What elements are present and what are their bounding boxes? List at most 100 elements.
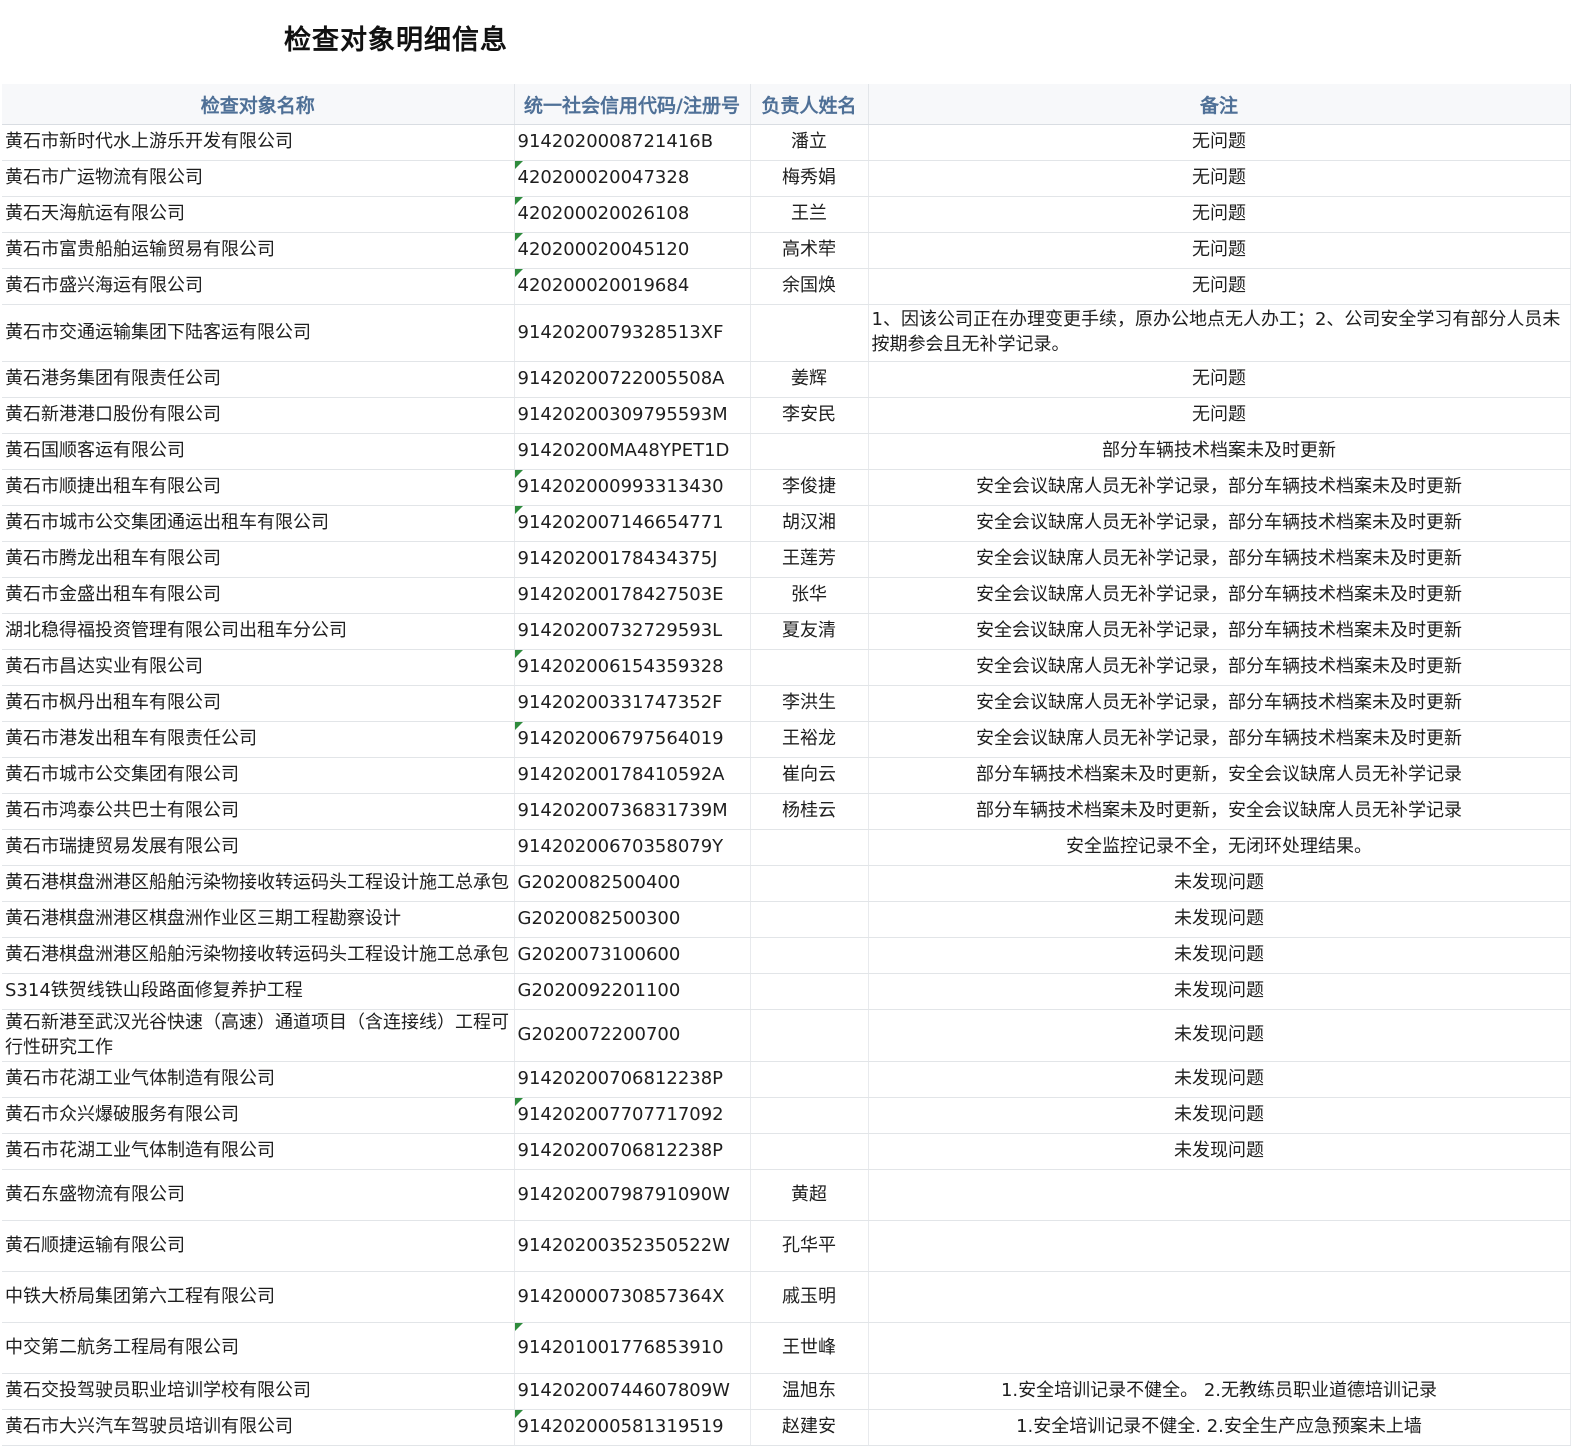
cell-person-name[interactable]: 张华 bbox=[750, 577, 869, 614]
cell-person-name[interactable]: 杨桂云 bbox=[750, 793, 869, 830]
cell-object-name[interactable]: 黄石天海航运有限公司 bbox=[2, 196, 515, 233]
cell-object-name[interactable]: 黄石市盛兴海运有限公司 bbox=[2, 268, 515, 305]
cell-remark[interactable]: 未发现问题 bbox=[868, 1009, 1571, 1062]
cell-object-name[interactable]: 黄石市腾龙出租车有限公司 bbox=[2, 541, 515, 578]
cell-person-name[interactable]: 李俊捷 bbox=[750, 469, 869, 506]
cell-remark[interactable]: 安全会议缺席人员无补学记录，部分车辆技术档案未及时更新 bbox=[868, 541, 1571, 578]
cell-object-name[interactable]: 黄石东盛物流有限公司 bbox=[2, 1169, 515, 1221]
cell-person-name[interactable]: 王世峰 bbox=[750, 1322, 869, 1374]
cell-person-name[interactable] bbox=[750, 865, 869, 902]
cell-object-name[interactable]: 黄石市花湖工业气体制造有限公司 bbox=[2, 1133, 515, 1170]
cell-credit-code[interactable]: 91420200732729593L bbox=[514, 613, 751, 650]
cell-person-name[interactable]: 李洪生 bbox=[750, 685, 869, 722]
cell-credit-code[interactable]: 914201001776853910 bbox=[514, 1322, 751, 1374]
cell-credit-code[interactable]: G2020092201100 bbox=[514, 973, 751, 1010]
cell-credit-code[interactable]: 91420200MA48YPET1D bbox=[514, 433, 751, 470]
cell-credit-code[interactable]: 914202000993313430 bbox=[514, 469, 751, 506]
cell-remark[interactable]: 无问题 bbox=[868, 160, 1571, 197]
cell-object-name[interactable]: 黄石市鸿泰公共巴士有限公司 bbox=[2, 793, 515, 830]
cell-remark[interactable]: 安全会议缺席人员无补学记录，部分车辆技术档案未及时更新 bbox=[868, 469, 1571, 506]
cell-remark[interactable]: 无问题 bbox=[868, 397, 1571, 434]
cell-person-name[interactable] bbox=[750, 901, 869, 938]
cell-remark[interactable]: 部分车辆技术档案未及时更新，安全会议缺席人员无补学记录 bbox=[868, 757, 1571, 794]
cell-person-name[interactable]: 戚玉明 bbox=[750, 1271, 869, 1323]
cell-person-name[interactable] bbox=[750, 1009, 869, 1062]
cell-remark[interactable]: 安全会议缺席人员无补学记录，部分车辆技术档案未及时更新 bbox=[868, 505, 1571, 542]
cell-credit-code[interactable]: G2020082500400 bbox=[514, 865, 751, 902]
cell-credit-code[interactable]: 91420200331747352F bbox=[514, 685, 751, 722]
cell-person-name[interactable]: 温旭东 bbox=[750, 1373, 869, 1410]
cell-remark[interactable]: 未发现问题 bbox=[868, 1133, 1571, 1170]
cell-object-name[interactable]: 黄石市昌达实业有限公司 bbox=[2, 649, 515, 686]
cell-person-name[interactable] bbox=[750, 649, 869, 686]
cell-remark[interactable]: 无问题 bbox=[868, 196, 1571, 233]
cell-credit-code[interactable]: 91420200309795593M bbox=[514, 397, 751, 434]
cell-credit-code[interactable]: 420200020045120 bbox=[514, 232, 751, 269]
cell-object-name[interactable]: 黄石市城市公交集团有限公司 bbox=[2, 757, 515, 794]
cell-credit-code[interactable]: 91420200178427503E bbox=[514, 577, 751, 614]
cell-object-name[interactable]: 黄石港棋盘洲港区船舶污染物接收转运码头工程设计施工总承包 bbox=[2, 937, 515, 974]
cell-remark[interactable] bbox=[868, 1322, 1571, 1374]
cell-object-name[interactable]: 黄石市港发出租车有限责任公司 bbox=[2, 721, 515, 758]
cell-remark[interactable]: 无问题 bbox=[868, 124, 1571, 161]
cell-remark[interactable]: 部分车辆技术档案未及时更新 bbox=[868, 433, 1571, 470]
cell-remark[interactable]: 1、因该公司正在办理变更手续，原办公地点无人办工；2、公司安全学习有部分人员未按… bbox=[868, 304, 1571, 362]
cell-person-name[interactable]: 李安民 bbox=[750, 397, 869, 434]
column-header-code[interactable]: 统一社会信用代码/注册号 bbox=[514, 84, 751, 125]
cell-remark[interactable]: 部分车辆技术档案未及时更新，安全会议缺席人员无补学记录 bbox=[868, 793, 1571, 830]
cell-object-name[interactable]: 黄石市众兴爆破服务有限公司 bbox=[2, 1097, 515, 1134]
cell-object-name[interactable]: 黄石市富贵船舶运输贸易有限公司 bbox=[2, 232, 515, 269]
cell-credit-code[interactable]: 9142020008721416B bbox=[514, 124, 751, 161]
cell-object-name[interactable]: 黄石市瑞捷贸易发展有限公司 bbox=[2, 829, 515, 866]
column-header-note[interactable]: 备注 bbox=[868, 84, 1571, 125]
column-header-person[interactable]: 负责人姓名 bbox=[750, 84, 869, 125]
cell-remark[interactable]: 安全会议缺席人员无补学记录，部分车辆技术档案未及时更新 bbox=[868, 649, 1571, 686]
cell-object-name[interactable]: 黄石市大兴汽车驾驶员培训有限公司 bbox=[2, 1409, 515, 1446]
cell-remark[interactable]: 1.安全培训记录不健全。 2.无教练员职业道德培训记录 bbox=[868, 1373, 1571, 1410]
cell-credit-code[interactable]: 91420200706812238P bbox=[514, 1061, 751, 1098]
cell-remark[interactable]: 未发现问题 bbox=[868, 937, 1571, 974]
cell-person-name[interactable]: 王兰 bbox=[750, 196, 869, 233]
cell-remark[interactable]: 无问题 bbox=[868, 232, 1571, 269]
cell-credit-code[interactable]: 420200020047328 bbox=[514, 160, 751, 197]
cell-person-name[interactable]: 王莲芳 bbox=[750, 541, 869, 578]
cell-person-name[interactable]: 胡汉湘 bbox=[750, 505, 869, 542]
cell-credit-code[interactable]: 914202006154359328 bbox=[514, 649, 751, 686]
cell-person-name[interactable] bbox=[750, 973, 869, 1010]
cell-remark[interactable] bbox=[868, 1271, 1571, 1323]
cell-credit-code[interactable]: 91420200744607809W bbox=[514, 1373, 751, 1410]
cell-object-name[interactable]: 黄石顺捷运输有限公司 bbox=[2, 1220, 515, 1272]
cell-object-name[interactable]: 黄石市城市公交集团通运出租车有限公司 bbox=[2, 505, 515, 542]
cell-credit-code[interactable]: 91420200352350522W bbox=[514, 1220, 751, 1272]
cell-credit-code[interactable]: 914202000581319519 bbox=[514, 1409, 751, 1446]
cell-person-name[interactable]: 赵建安 bbox=[750, 1409, 869, 1446]
cell-object-name[interactable]: 黄石国顺客运有限公司 bbox=[2, 433, 515, 470]
cell-object-name[interactable]: 黄石港棋盘洲港区棋盘洲作业区三期工程勘察设计 bbox=[2, 901, 515, 938]
cell-object-name[interactable]: 湖北稳得福投资管理有限公司出租车分公司 bbox=[2, 613, 515, 650]
cell-person-name[interactable]: 夏友清 bbox=[750, 613, 869, 650]
cell-remark[interactable]: 无问题 bbox=[868, 361, 1571, 398]
cell-remark[interactable]: 未发现问题 bbox=[868, 1061, 1571, 1098]
cell-credit-code[interactable]: 91420200178434375J bbox=[514, 541, 751, 578]
cell-object-name[interactable]: 黄石新港至武汉光谷快速（高速）通道项目（含连接线）工程可行性研究工作 bbox=[2, 1009, 515, 1062]
cell-person-name[interactable]: 黄超 bbox=[750, 1169, 869, 1221]
cell-remark[interactable]: 未发现问题 bbox=[868, 901, 1571, 938]
cell-person-name[interactable]: 姜辉 bbox=[750, 361, 869, 398]
cell-object-name[interactable]: 黄石市金盛出租车有限公司 bbox=[2, 577, 515, 614]
cell-object-name[interactable]: 黄石港务集团有限责任公司 bbox=[2, 361, 515, 398]
cell-object-name[interactable]: 黄石市顺捷出租车有限公司 bbox=[2, 469, 515, 506]
column-header-name[interactable]: 检查对象名称 bbox=[2, 84, 515, 125]
cell-person-name[interactable] bbox=[750, 1061, 869, 1098]
cell-person-name[interactable]: 余国焕 bbox=[750, 268, 869, 305]
cell-credit-code[interactable]: 420200020026108 bbox=[514, 196, 751, 233]
cell-remark[interactable]: 安全会议缺席人员无补学记录，部分车辆技术档案未及时更新 bbox=[868, 721, 1571, 758]
cell-credit-code[interactable]: 9142020079328513XF bbox=[514, 304, 751, 362]
cell-credit-code[interactable]: 91420200670358079Y bbox=[514, 829, 751, 866]
cell-credit-code[interactable]: G2020073100600 bbox=[514, 937, 751, 974]
cell-remark[interactable]: 安全会议缺席人员无补学记录，部分车辆技术档案未及时更新 bbox=[868, 577, 1571, 614]
cell-credit-code[interactable]: 420200020019684 bbox=[514, 268, 751, 305]
cell-object-name[interactable]: 中交第二航务工程局有限公司 bbox=[2, 1322, 515, 1374]
cell-object-name[interactable]: 黄石港棋盘洲港区船舶污染物接收转运码头工程设计施工总承包 bbox=[2, 865, 515, 902]
cell-person-name[interactable] bbox=[750, 304, 869, 362]
cell-remark[interactable]: 安全会议缺席人员无补学记录，部分车辆技术档案未及时更新 bbox=[868, 613, 1571, 650]
